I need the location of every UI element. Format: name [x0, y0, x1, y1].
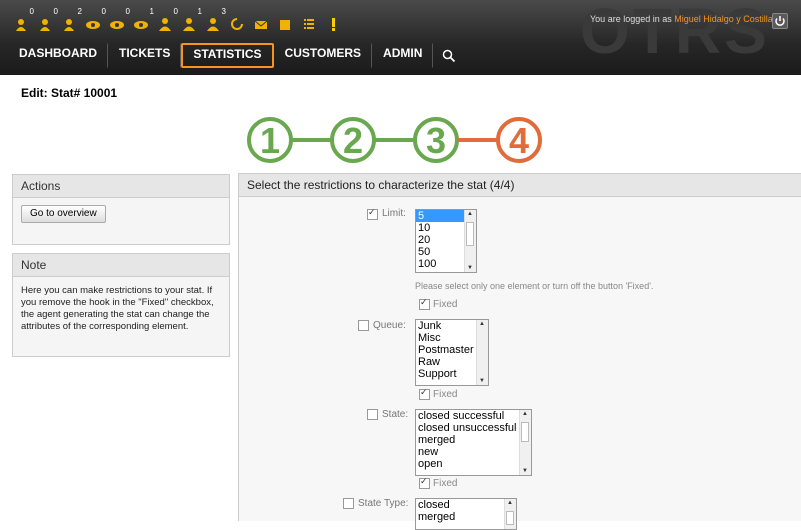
limit-scrollbar[interactable]: ▲ ▼ — [464, 210, 476, 272]
nav-tickets[interactable]: TICKETS — [108, 43, 182, 68]
actions-box: Actions Go to overview — [12, 174, 230, 245]
limit-label: Limit: — [382, 208, 406, 219]
locked-all-tickets-icon[interactable]: 2 — [58, 7, 82, 32]
limit-checkbox[interactable] — [367, 207, 378, 220]
actions-title: Actions — [13, 175, 229, 198]
main-navigation: DASHBOARD TICKETS STATISTICS CUSTOMERS ADMIN — [8, 43, 465, 70]
step-1-number: 1 — [260, 120, 280, 161]
email-icon[interactable] — [250, 8, 272, 32]
queue-fixed-label: Fixed — [433, 389, 458, 400]
user-name-link[interactable]: Miguel Hidalgo y Costilla — [674, 14, 773, 24]
state-option[interactable]: new — [416, 446, 531, 458]
note-box: Note Here you can make restrictions to y… — [12, 253, 230, 357]
step-4-number: 4 — [509, 120, 529, 161]
state-option[interactable]: closed successful — [416, 410, 531, 422]
toolbar: 002001013 — [10, 7, 346, 32]
scroll-down-icon[interactable]: ▼ — [467, 265, 473, 271]
list-icon[interactable] — [298, 8, 320, 32]
login-status-prefix: You are logged in as — [590, 14, 672, 24]
login-status: You are logged in as Miguel Hidalgo y Co… — [590, 14, 773, 24]
limit-select[interactable]: 5 10 20 50 100 ▲ ▼ — [415, 209, 477, 273]
restrictions-title: Select the restrictions to characterize … — [239, 174, 801, 197]
go-to-overview-button[interactable]: Go to overview — [21, 205, 106, 223]
state-type-option[interactable]: closed — [416, 499, 516, 511]
power-icon — [775, 16, 785, 26]
scroll-up-icon[interactable]: ▲ — [479, 321, 485, 327]
restrictions-panel: Select the restrictions to characterize … — [238, 173, 801, 530]
logout-icon[interactable] — [772, 13, 788, 29]
header-bar: OTRS 002001013 You are logged in as Migu… — [0, 0, 801, 75]
limit-hint: Please select only one element or turn o… — [415, 281, 654, 291]
queue-checkbox[interactable] — [358, 320, 369, 331]
responsible-new-tickets-icon[interactable]: 0 — [154, 7, 178, 32]
alert-icon[interactable] — [322, 8, 344, 32]
nav-customers[interactable]: CUSTOMERS — [274, 43, 373, 68]
watched-new-tickets-icon[interactable]: 0 — [82, 7, 106, 32]
nav-statistics[interactable]: STATISTICS — [181, 43, 274, 68]
state-option[interactable]: open — [416, 458, 531, 470]
state-scrollbar[interactable]: ▲ ▼ — [519, 410, 531, 475]
search-icon[interactable] — [433, 43, 465, 68]
state-select[interactable]: closed successful closed unsuccessful merg… — [415, 409, 532, 476]
refresh-icon[interactable] — [226, 8, 248, 32]
watched-reminder-tickets-icon[interactable]: 0 — [106, 7, 130, 32]
state-option[interactable]: merged — [416, 434, 531, 446]
state-checkbox[interactable] — [367, 409, 378, 420]
limit-fixed-label: Fixed — [433, 299, 458, 310]
limit-fixed-checkbox[interactable] — [419, 297, 430, 310]
phone-icon[interactable] — [274, 8, 296, 32]
queue-scrollbar[interactable]: ▲ ▼ — [476, 320, 488, 385]
wizard-steps: 1 2 3 4 — [247, 117, 542, 163]
state-label: State: — [382, 409, 409, 420]
state-type-checkbox[interactable] — [343, 498, 354, 509]
state-type-option[interactable]: merged — [416, 511, 516, 523]
scroll-down-icon[interactable]: ▼ — [522, 468, 528, 474]
watched-all-tickets-icon[interactable]: 1 — [130, 7, 154, 32]
responsible-all-tickets-icon[interactable]: 3 — [202, 7, 226, 32]
locked-reminder-tickets-icon[interactable]: 0 — [34, 7, 58, 32]
responsible-reminder-tickets-icon[interactable]: 1 — [178, 7, 202, 32]
scroll-up-icon[interactable]: ▲ — [467, 211, 473, 217]
state-fixed-label: Fixed — [433, 478, 458, 489]
state-fixed-checkbox[interactable] — [419, 476, 430, 489]
page-title: Edit: Stat# 10001 — [21, 86, 118, 100]
scroll-up-icon[interactable]: ▲ — [507, 500, 513, 506]
queue-label: Queue: — [373, 320, 406, 331]
state-type-select[interactable]: closed merged ▲ — [415, 498, 517, 530]
state-type-scrollbar[interactable]: ▲ — [504, 499, 516, 529]
state-option[interactable]: closed unsuccessful — [416, 422, 531, 434]
scroll-up-icon[interactable]: ▲ — [522, 411, 528, 417]
scroll-down-icon[interactable]: ▼ — [479, 378, 485, 384]
note-text: Here you can make restrictions to your s… — [21, 285, 214, 332]
nav-dashboard[interactable]: DASHBOARD — [8, 43, 108, 68]
state-type-label: State Type: — [358, 498, 409, 509]
queue-fixed-checkbox[interactable] — [419, 387, 430, 400]
step-2-number: 2 — [343, 120, 363, 161]
locked-new-tickets-icon[interactable]: 0 — [10, 7, 34, 32]
nav-admin[interactable]: ADMIN — [372, 43, 434, 68]
step-3-number: 3 — [426, 120, 446, 161]
queue-select[interactable]: Junk Misc Postmaster Raw Support ▲ ▼ — [415, 319, 489, 386]
otrs-logo: OTRS — [580, 0, 770, 67]
note-title: Note — [13, 254, 229, 277]
